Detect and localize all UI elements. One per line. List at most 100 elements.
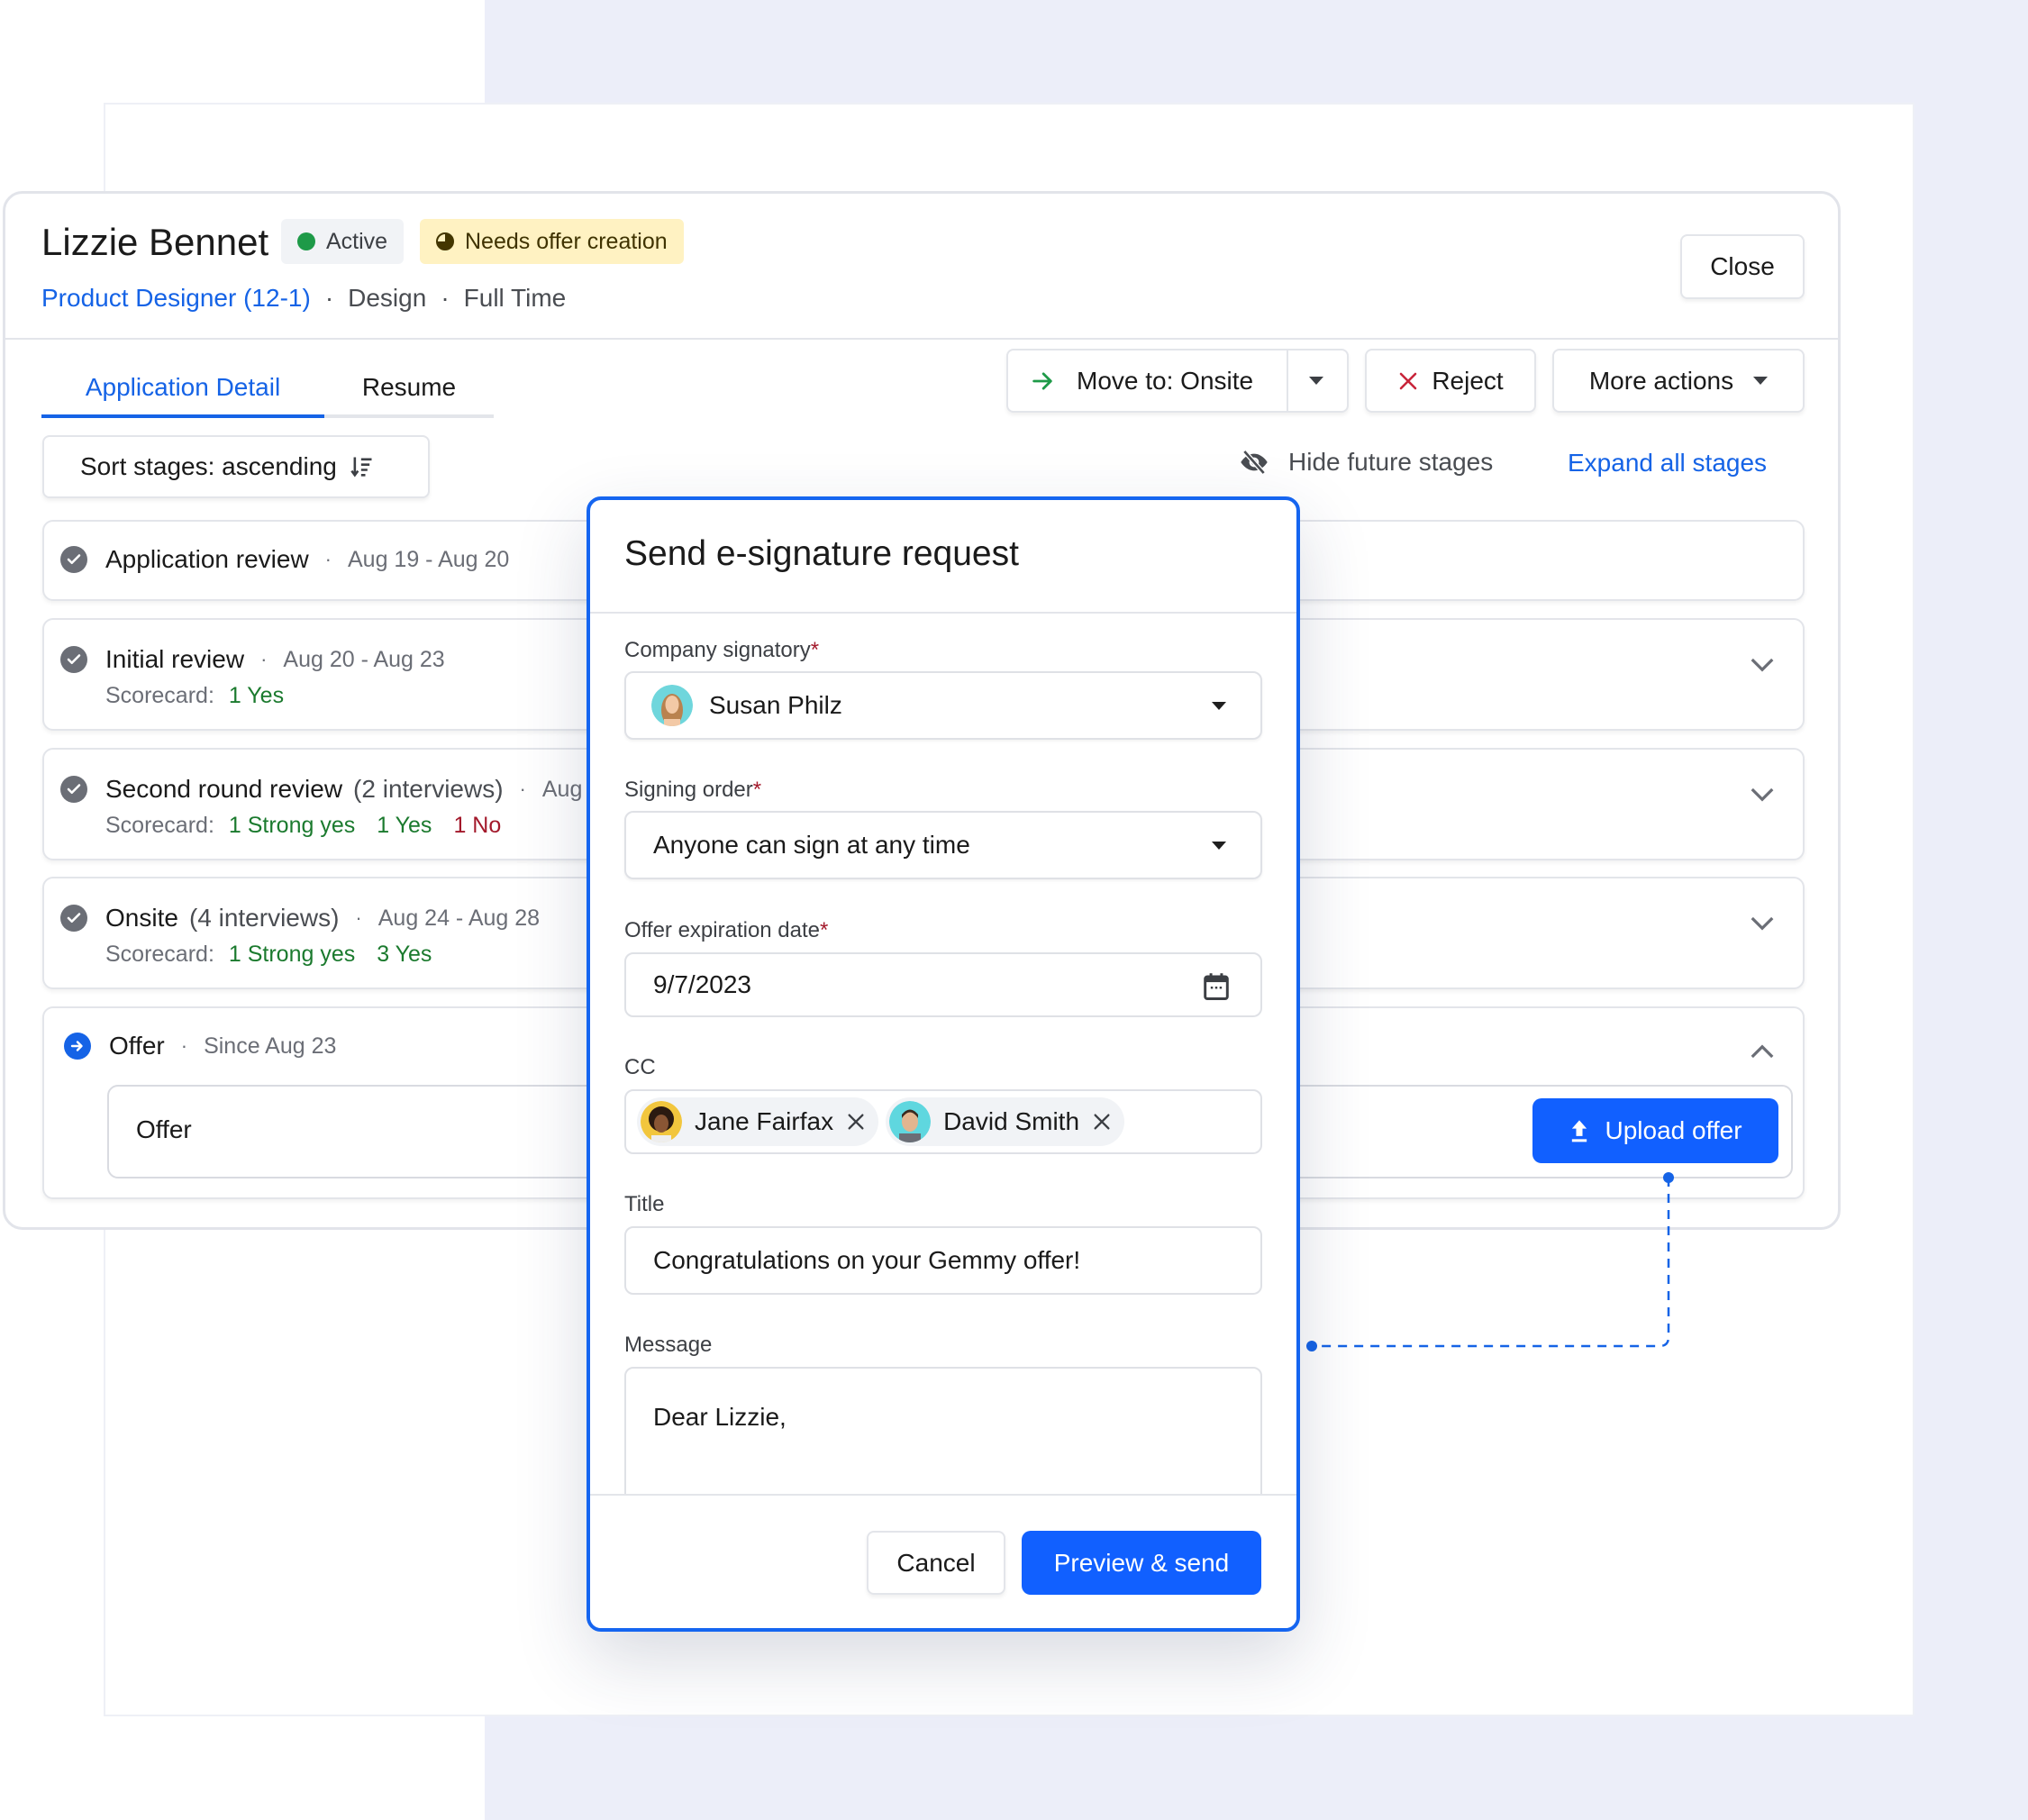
alert-badge: Needs offer creation [420, 219, 684, 264]
cancel-button[interactable]: Cancel [867, 1531, 1005, 1595]
check-circle-icon [60, 905, 87, 932]
stage-interview-count: (4 interviews) [188, 904, 340, 932]
title-label: Title [624, 1192, 665, 1216]
candidate-subtitle: Product Designer (12-1) · Design · Full … [41, 284, 566, 313]
signing-order-value: Anyone can sign at any time [653, 831, 970, 859]
signatory-value: Susan Philz [709, 691, 842, 719]
scorecard-result: 1 Strong yes [228, 942, 356, 967]
expiration-label: Offer expiration date* [624, 918, 828, 943]
stage-date: Aug 19 - Aug 20 [348, 546, 510, 572]
avatar-jane [641, 1101, 682, 1142]
separator: · [324, 284, 334, 312]
calendar-icon[interactable] [1203, 972, 1230, 1001]
modal-header-divider [590, 612, 1296, 614]
offer-panel-label: Offer [136, 1115, 192, 1143]
title-value: Congratulations on your Gemmy offer! [653, 1246, 1081, 1274]
required-mark: * [752, 778, 762, 802]
signatory-label-text: Company signatory [624, 638, 811, 662]
tab-resume[interactable]: Resume [324, 360, 494, 414]
cc-chip: Jane Fairfax [637, 1097, 879, 1146]
more-actions-button[interactable]: More actions [1552, 349, 1805, 413]
tab-application-detail[interactable]: Application Detail [41, 360, 324, 414]
job-link[interactable]: Product Designer (12-1) [41, 284, 311, 313]
status-badge: Active [281, 219, 405, 264]
separator: · [260, 648, 268, 670]
candidate-name: Lizzie Bennet [41, 221, 269, 263]
stage-date: Aug 20 - Aug 23 [283, 646, 445, 672]
scorecard: Scorecard: 1 Strong yes 1 Yes 1 No [105, 813, 501, 839]
move-to-dropdown-button[interactable] [1285, 350, 1347, 411]
move-to-button[interactable]: Move to: Onsite [1008, 350, 1288, 411]
alert-badge-label: Needs offer creation [465, 228, 668, 254]
reject-button[interactable]: Reject [1365, 349, 1536, 413]
more-actions-label: More actions [1588, 366, 1734, 395]
stage-interview-count: (2 interviews) [353, 775, 504, 803]
modal-title: Send e-signature request [624, 534, 1019, 573]
remove-chip-icon[interactable] [846, 1112, 866, 1132]
sort-descending-icon [350, 457, 372, 478]
department: Design [348, 284, 427, 312]
close-x-icon [1400, 372, 1417, 389]
reject-label: Reject [1432, 366, 1504, 395]
modal-footer: Cancel Preview & send [590, 1496, 1296, 1628]
signatory-label: Company signatory* [624, 638, 819, 663]
move-to-label: Move to: Onsite [1077, 366, 1254, 395]
expiration-value: 9/7/2023 [653, 970, 751, 998]
title-input[interactable]: Congratulations on your Gemmy offer! [624, 1226, 1262, 1295]
scorecard: Scorecard: 1 Strong yes 3 Yes [105, 942, 432, 968]
upload-offer-button[interactable]: Upload offer [1532, 1098, 1778, 1163]
hide-future-stages-link[interactable]: Hide future stages [1238, 448, 1493, 477]
preview-send-button[interactable]: Preview & send [1022, 1531, 1261, 1595]
separator: · [355, 906, 362, 929]
cc-input[interactable]: Jane Fairfax David Smith [624, 1089, 1262, 1154]
cc-chip-label: David Smith [943, 1107, 1080, 1135]
scorecard-label: Scorecard: [105, 942, 214, 967]
separator: · [519, 778, 526, 800]
scorecard-result: 1 No [453, 813, 502, 838]
signatory-select[interactable]: Susan Philz [624, 671, 1262, 740]
tab-bar: Application Detail Resume [41, 360, 494, 418]
upload-offer-label: Upload offer [1605, 1116, 1742, 1144]
separator: · [180, 1034, 188, 1057]
modal-footer-divider [590, 1494, 1296, 1496]
arrow-circle-icon [64, 1033, 91, 1060]
caret-down-icon [1753, 377, 1769, 385]
scorecard-result: 1 Yes [377, 813, 432, 838]
close-button[interactable]: Close [1680, 234, 1805, 299]
stage-name: Onsite [105, 904, 178, 932]
avatar-susan [651, 685, 693, 726]
sort-stages-button[interactable]: Sort stages: ascending [42, 435, 430, 498]
stage-name: Initial review [105, 645, 245, 673]
signing-order-select[interactable]: Anyone can sign at any time [624, 811, 1262, 879]
cc-chip: David Smith [886, 1097, 1125, 1146]
upload-icon [1572, 1120, 1587, 1142]
check-circle-icon [60, 646, 87, 673]
tab-active-indicator [41, 414, 324, 418]
active-dot-icon [297, 232, 315, 250]
chevron-down-icon[interactable] [1749, 780, 1776, 807]
chevron-up-icon[interactable] [1749, 1039, 1776, 1066]
scorecard-result: 1 Yes [228, 683, 285, 708]
remove-chip-icon[interactable] [1092, 1112, 1112, 1132]
check-circle-icon [60, 776, 87, 803]
eye-off-icon [1241, 450, 1268, 475]
stage-name: Second round review [105, 775, 343, 803]
expand-all-stages-link[interactable]: Expand all stages [1568, 449, 1767, 478]
avatar-david [889, 1101, 932, 1142]
stage-date: Since Aug 23 [204, 1033, 337, 1059]
progress-pie-icon [436, 232, 454, 250]
caret-down-icon [1212, 702, 1226, 710]
stage-date: Aug [541, 776, 583, 802]
scorecard-result: 1 Strong yes [228, 813, 356, 838]
scorecard-label: Scorecard: [105, 813, 214, 838]
chevron-down-icon[interactable] [1749, 651, 1776, 678]
scorecard-result: 3 Yes [377, 942, 432, 967]
required-mark: * [820, 918, 829, 942]
signing-order-label: Signing order* [624, 778, 761, 803]
chevron-down-icon[interactable] [1749, 909, 1776, 936]
expiration-date-input[interactable]: 9/7/2023 [624, 952, 1262, 1017]
hide-future-stages-label: Hide future stages [1288, 448, 1494, 476]
cc-label: CC [624, 1055, 656, 1079]
stage-name: Offer [109, 1032, 165, 1060]
separator: · [324, 548, 332, 570]
